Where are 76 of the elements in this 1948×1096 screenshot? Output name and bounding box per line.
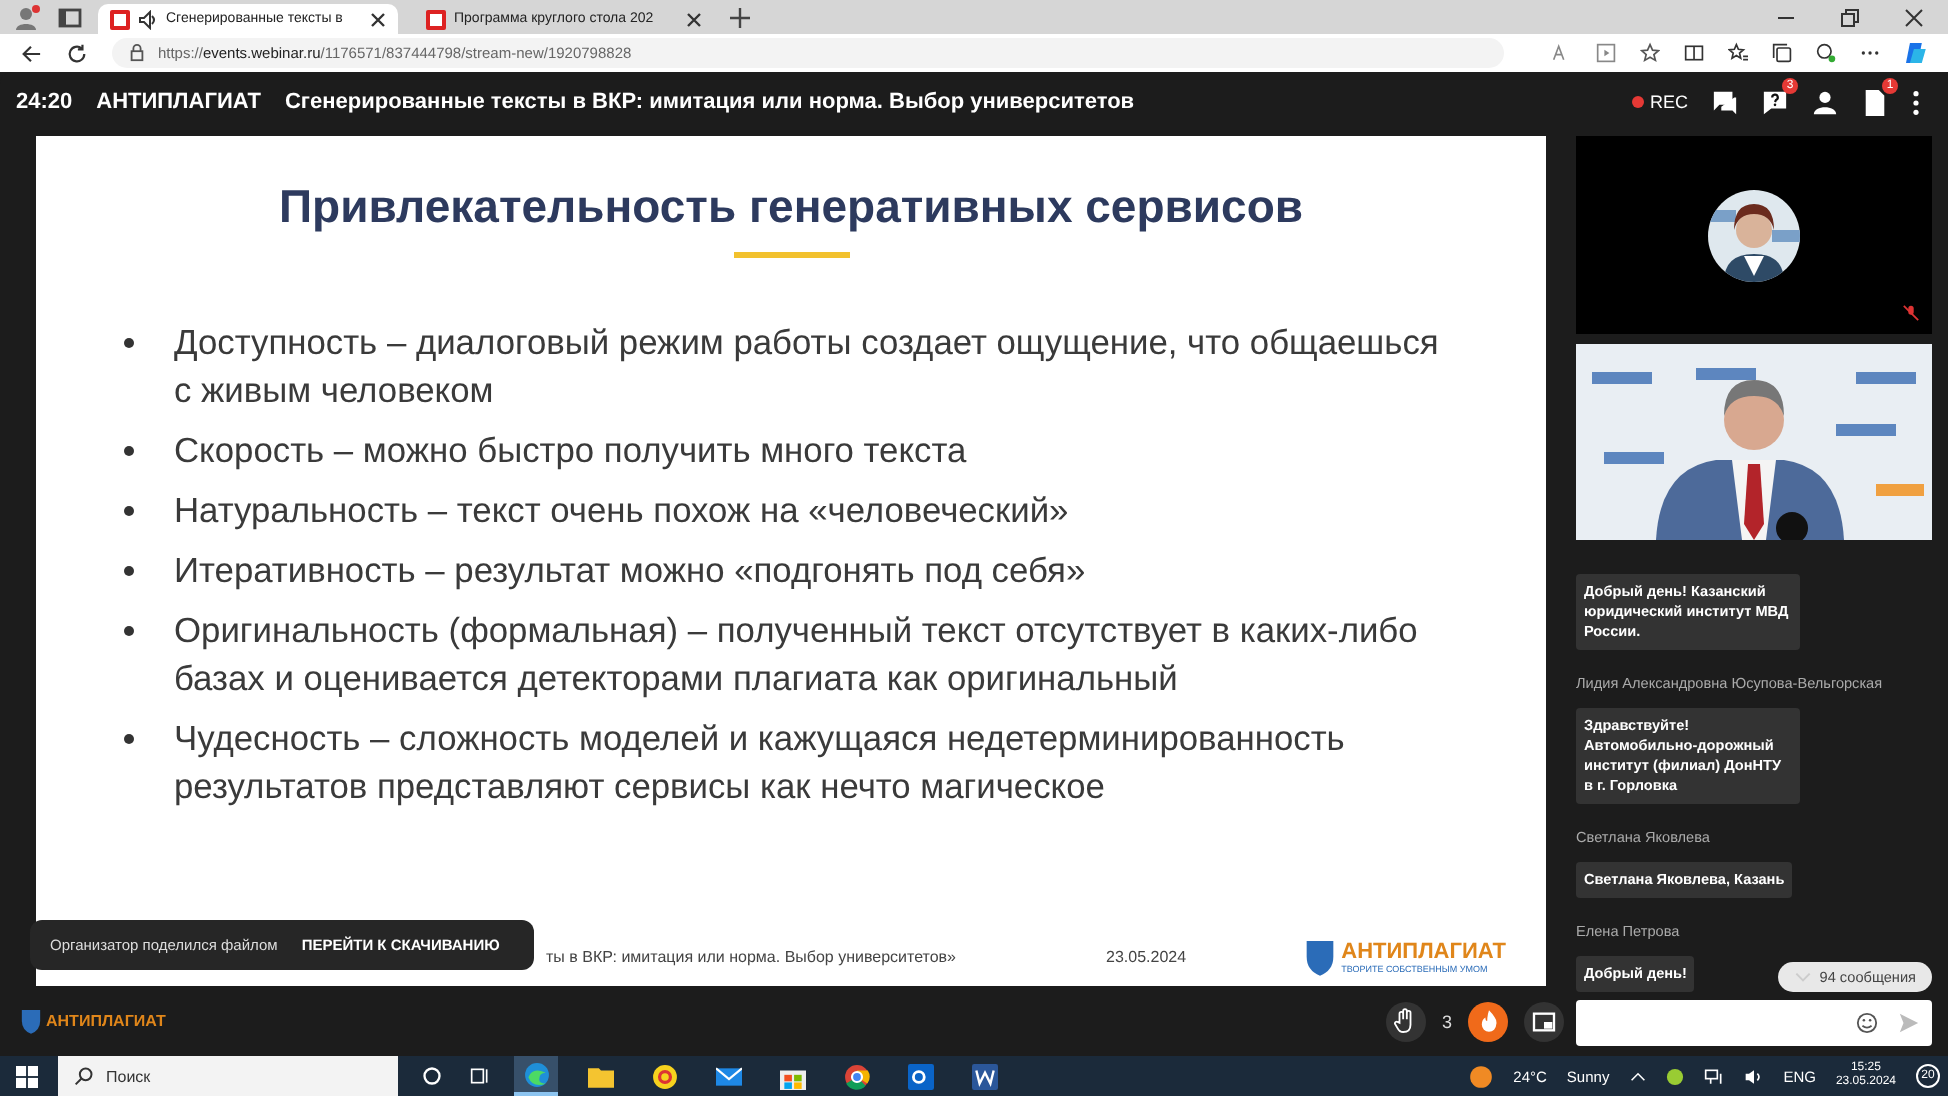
bullet-icon: [124, 734, 134, 744]
more-icon[interactable]: [1912, 89, 1920, 115]
question-icon[interactable]: [1762, 89, 1788, 115]
organizer-name: АНТИПЛАГИАТ: [96, 90, 261, 114]
cortana-icon[interactable]: [422, 1066, 442, 1086]
chat-icon[interactable]: [1712, 89, 1738, 115]
folder-icon[interactable]: [587, 1063, 613, 1089]
picture-in-picture-icon: [1532, 1011, 1556, 1031]
task-view-icon[interactable]: [470, 1066, 490, 1086]
back-icon[interactable]: [20, 41, 42, 65]
logo-text: АНТИПЛАГИАТ: [1341, 939, 1506, 963]
weather-icon[interactable]: [1467, 1063, 1494, 1089]
raise-hand-button[interactable]: [1385, 1001, 1426, 1041]
webinar-title: Сгенерированные тексты в ВКР: имитация или норма. Выбор университетов: [284, 90, 1135, 114]
page-icon: [426, 9, 446, 29]
slide-title: Привлекательность генеративных сервисов: [276, 180, 1306, 234]
copilot-icon[interactable]: [1904, 40, 1928, 66]
play-icon[interactable]: [1595, 42, 1616, 64]
favorites-icon[interactable]: [1727, 42, 1748, 64]
footer-date: 23.05.2024: [1106, 947, 1187, 965]
chevron-down-icon: [1793, 972, 1812, 982]
close-icon[interactable]: [1904, 7, 1924, 27]
layout-button[interactable]: [1524, 1001, 1564, 1041]
chrome-icon[interactable]: [843, 1063, 869, 1089]
lock-icon: [127, 44, 146, 62]
reload-icon[interactable]: [65, 41, 88, 65]
search-icon: [74, 1066, 94, 1086]
flame-icon: [1479, 1010, 1497, 1032]
footer-text: ты в ВКР: имитация или норма. Выбор университетов»: [546, 947, 956, 965]
word-icon[interactable]: [971, 1063, 997, 1089]
extension-icon[interactable]: [1816, 42, 1837, 64]
bullet-text: Оригинальность (формальная) – полученный текст отсутствует в каких-либо базах и оценивается детекторами плагиата как оригинальный: [174, 608, 1420, 702]
hand-icon: [1394, 1008, 1417, 1034]
hand-count: 3: [1441, 1011, 1452, 1031]
outlook-icon[interactable]: [907, 1063, 933, 1089]
close-icon[interactable]: [686, 11, 702, 27]
bullet-text: Чудесность – сложность моделей и кажущаяся недетерминированность результатов представляют сервисы как нечто магическое: [174, 716, 1347, 810]
tray-app-icon[interactable]: [1665, 1067, 1684, 1085]
windows-icon[interactable]: [16, 1065, 38, 1087]
bullet-icon: [124, 566, 134, 576]
bullet-icon: [124, 626, 134, 636]
close-icon[interactable]: [370, 11, 386, 27]
tab-actions-icon[interactable]: [58, 5, 82, 29]
mail-icon[interactable]: [715, 1063, 741, 1089]
speaker-icon[interactable]: [138, 9, 158, 29]
search-field[interactable]: Поиск: [58, 1056, 398, 1096]
person-icon[interactable]: [1812, 89, 1838, 115]
timer: 24:20: [16, 90, 73, 114]
bullet-icon: [124, 506, 134, 516]
bullet-text: Скорость – можно быстро получить много текста: [174, 428, 967, 474]
split-screen-icon[interactable]: [1683, 42, 1704, 64]
restore-icon[interactable]: [1840, 7, 1860, 27]
profile-icon[interactable]: [14, 3, 42, 31]
message-input[interactable]: [1576, 1000, 1932, 1046]
bullet-text: Доступность – диалоговый режим работы создает ощущение, что общаешься с живым человеком: [174, 320, 1441, 414]
bullet-text: Итеративность – результат можно «подгонять под себя»: [174, 548, 1086, 594]
page-icon: [110, 9, 130, 29]
browser-icon[interactable]: [523, 1061, 549, 1087]
shield-icon: [20, 1008, 42, 1034]
logo-text: АНТИПЛАГИАТ: [46, 1012, 166, 1030]
star-icon[interactable]: [1639, 42, 1660, 64]
new-tab-icon[interactable]: [730, 7, 750, 27]
bullet-text: Натуральность – текст очень похож на «человеческий»: [174, 488, 1069, 534]
rec-indicator: REC: [1631, 92, 1688, 112]
collections-icon[interactable]: [1771, 42, 1792, 64]
chevron-up-icon[interactable]: [1629, 1071, 1646, 1081]
volume-icon[interactable]: [1743, 1067, 1764, 1085]
shield-icon: [1303, 937, 1336, 975]
emoji-icon[interactable]: [1856, 1012, 1878, 1034]
app-icon[interactable]: [651, 1063, 677, 1089]
bullet-icon: [124, 338, 134, 348]
reaction-button[interactable]: [1468, 1001, 1508, 1041]
network-icon[interactable]: [1703, 1067, 1724, 1085]
bullet-icon: [124, 446, 134, 456]
document-icon[interactable]: [1862, 89, 1888, 115]
muted-mic-icon: [1902, 304, 1920, 322]
